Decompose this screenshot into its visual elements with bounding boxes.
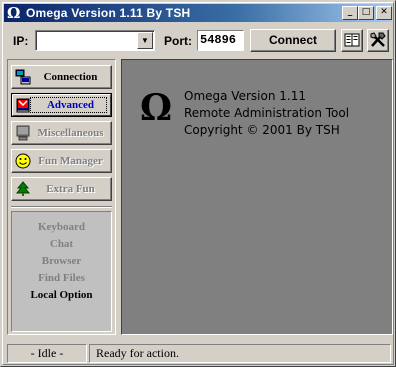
status-message: Ready for action. (89, 344, 391, 363)
status-idle: - Idle - (7, 344, 87, 363)
chevron-down-icon: ▼ (141, 36, 149, 45)
address-book-button[interactable] (341, 29, 363, 52)
app-window: Ω Omega Version 1.11 By TSH _ □ ✕ IP: ▼ … (0, 0, 396, 367)
about-version: Omega Version 1.11 (184, 89, 306, 103)
nav-connection-button[interactable]: Connection (11, 65, 112, 89)
sub-option-keyboard[interactable]: Keyboard (12, 220, 111, 234)
close-button[interactable]: ✕ (376, 6, 392, 20)
port-label: Port: (164, 34, 192, 48)
sub-option-find-files[interactable]: Find Files (12, 271, 111, 285)
sub-option-chat[interactable]: Chat (12, 237, 111, 251)
sub-option-local-option[interactable]: Local Option (12, 288, 111, 302)
nav-miscellaneous-label: Miscellaneous (37, 127, 104, 139)
about-description: Remote Administration Tool (184, 106, 350, 120)
tools-button[interactable] (367, 29, 389, 52)
nav-fun-manager-button[interactable]: Fun Manager (11, 149, 112, 173)
omega-logo-icon: Ω (140, 87, 173, 129)
tree-icon (15, 181, 31, 196)
window-title: Omega Version 1.11 By TSH (26, 6, 191, 20)
flag-icon (16, 98, 30, 113)
ip-combobox[interactable]: ▼ (35, 30, 155, 51)
navigation-panel: Connection Advanced Miscellaneous Fun Ma… (7, 59, 116, 335)
monitor-icon (16, 125, 30, 141)
nav-fun-manager-label: Fun Manager (38, 155, 103, 167)
port-input[interactable]: 54896 (197, 30, 244, 51)
computers-icon (15, 69, 31, 85)
tools-icon (370, 32, 386, 47)
sub-option-browser[interactable]: Browser (12, 254, 111, 268)
nav-extra-fun-label: Extra Fun (46, 183, 95, 195)
about-panel: Ω Omega Version 1.11 Remote Administrati… (121, 59, 393, 335)
nav-connection-label: Connection (43, 71, 98, 83)
ip-label: IP: (13, 34, 29, 48)
sub-options-list: Keyboard Chat Browser Find Files Local O… (11, 211, 112, 332)
connect-button[interactable]: Connect (250, 29, 336, 52)
address-book-icon (344, 33, 360, 47)
ip-dropdown-button[interactable]: ▼ (137, 32, 153, 49)
title-bar[interactable]: Ω Omega Version 1.11 By TSH _ □ ✕ (4, 4, 392, 22)
nav-advanced-button[interactable]: Advanced (11, 93, 112, 117)
connect-button-label: Connect (269, 33, 317, 47)
nav-miscellaneous-button[interactable]: Miscellaneous (11, 121, 112, 145)
about-copyright: Copyright © 2001 By TSH (184, 123, 340, 137)
maximize-button[interactable]: □ (358, 6, 374, 20)
minimize-button[interactable]: _ (342, 6, 358, 20)
divider (11, 206, 112, 208)
smiley-icon (15, 153, 31, 169)
minimize-icon: _ (347, 7, 353, 17)
close-icon: ✕ (380, 7, 388, 17)
maximize-icon: □ (361, 7, 371, 17)
omega-app-icon[interactable]: Ω (7, 4, 20, 22)
nav-extra-fun-button[interactable]: Extra Fun (11, 177, 112, 201)
nav-advanced-label: Advanced (46, 99, 95, 111)
